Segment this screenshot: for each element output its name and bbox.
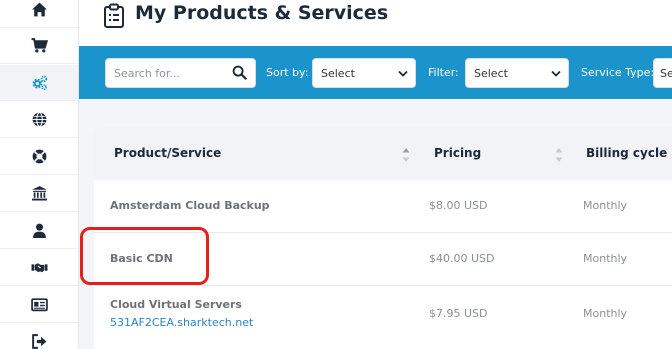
clipboard-icon — [104, 3, 124, 28]
sort-label: Sort by: — [266, 66, 309, 79]
user-icon — [32, 223, 46, 238]
cart-icon — [31, 38, 48, 53]
chevron-down-icon — [398, 70, 408, 77]
sidebar-item-billing[interactable] — [0, 176, 78, 212]
search-input[interactable] — [114, 59, 230, 87]
sort-icon[interactable] — [402, 147, 410, 163]
product-pricing: $8.00 USD — [429, 199, 488, 212]
service-type-label: Service Type: — [581, 66, 655, 79]
id-card-icon — [30, 298, 48, 312]
filter-label: Filter: — [428, 66, 459, 79]
product-billing-cycle: Monthly — [583, 307, 628, 320]
globe-icon — [32, 112, 46, 127]
search-icon[interactable] — [232, 65, 247, 80]
product-hostname-link[interactable]: 531AF2CEA.sharktech.net — [110, 316, 253, 329]
sidebar-item-support[interactable] — [0, 139, 78, 175]
service-type-select[interactable]: Se — [653, 58, 672, 88]
home-icon — [31, 2, 47, 17]
bank-icon — [31, 186, 47, 201]
table-row[interactable]: Cloud Virtual Servers 531AF2CEA.sharktec… — [94, 286, 672, 349]
column-header-product[interactable]: Product/Service — [114, 146, 221, 160]
sidebar — [0, 0, 79, 349]
highlight-annotation — [80, 227, 209, 285]
handshake-icon — [31, 263, 47, 273]
sort-icon[interactable] — [555, 147, 563, 163]
sign-out-icon — [31, 334, 46, 349]
page-title: My Products & Services — [135, 2, 389, 24]
product-pricing: $7.95 USD — [429, 307, 488, 320]
column-header-pricing[interactable]: Pricing — [434, 146, 481, 160]
product-billing-cycle: Monthly — [583, 199, 628, 212]
filter-select-value: Select — [474, 67, 508, 80]
sidebar-item-home[interactable] — [0, 0, 78, 28]
column-header-billing-cycle[interactable]: Billing cycle — [586, 146, 667, 160]
cogs-icon — [31, 75, 47, 90]
sidebar-item-cart[interactable] — [0, 28, 78, 64]
table-header: Product/Service Pricing Billing cycle — [94, 127, 672, 180]
product-name: Cloud Virtual Servers — [110, 298, 242, 311]
sidebar-item-contacts[interactable] — [0, 287, 78, 323]
sidebar-item-account[interactable] — [0, 213, 78, 249]
sidebar-item-domains[interactable] — [0, 102, 78, 138]
page-header: My Products & Services — [79, 0, 672, 46]
chevron-down-icon — [551, 70, 561, 77]
sidebar-item-logout[interactable] — [0, 324, 78, 349]
product-name: Amsterdam Cloud Backup — [110, 199, 270, 212]
service-type-select-value: Se — [660, 67, 672, 80]
sort-select-value: Select — [321, 67, 355, 80]
lifebuoy-icon — [32, 149, 46, 164]
product-billing-cycle: Monthly — [583, 252, 628, 265]
sidebar-item-affiliates[interactable] — [0, 250, 78, 286]
product-pricing: $40.00 USD — [429, 252, 495, 265]
search-box — [105, 58, 256, 88]
filter-bar: Sort by: Select Filter: Select Service T… — [79, 46, 672, 99]
table-row[interactable]: Amsterdam Cloud Backup $8.00 USD Monthly — [94, 180, 672, 233]
sidebar-item-services[interactable] — [0, 65, 78, 101]
filter-select[interactable]: Select — [465, 58, 569, 88]
sort-select[interactable]: Select — [312, 58, 416, 88]
